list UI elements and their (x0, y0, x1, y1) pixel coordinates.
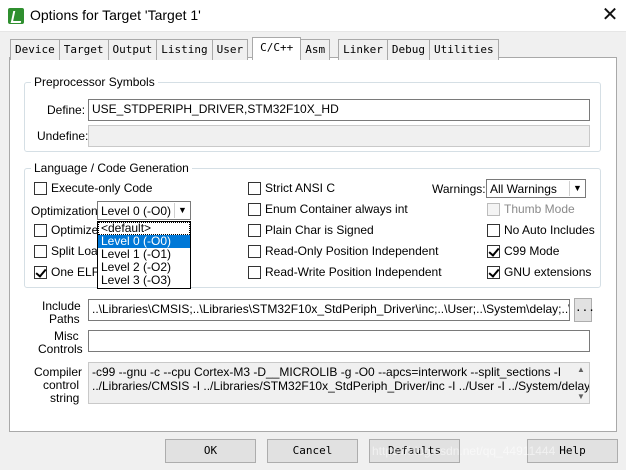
cancel-button[interactable]: Cancel (267, 439, 358, 463)
one-elf-checkbox[interactable] (34, 266, 47, 279)
strict-ansi-label: Strict ANSI C (265, 181, 336, 195)
execute-only-checkbox[interactable] (34, 182, 47, 195)
optimization-select[interactable]: Level 0 (-O0) ▼ (97, 201, 191, 220)
include-paths-label-line1: Include (42, 299, 81, 313)
ro-pi-checkbox[interactable] (248, 245, 261, 258)
strict-ansi-checkbox[interactable] (248, 182, 261, 195)
tab-asm[interactable]: Asm (300, 39, 331, 60)
scroll-up-icon[interactable]: ▲ (574, 365, 588, 374)
scroll-down-icon[interactable]: ▼ (574, 392, 588, 401)
warnings-value: All Warnings (490, 182, 557, 196)
split-load-checkbox[interactable] (34, 245, 47, 258)
tab-device[interactable]: Device (10, 39, 60, 60)
optimization-option[interactable]: Level 3 (-O3) (98, 274, 190, 287)
undefine-label: Undefine: (37, 129, 89, 143)
close-icon[interactable]: ✕ (598, 3, 622, 27)
tab-linker[interactable]: Linker (338, 39, 388, 60)
optimization-value: Level 0 (-O0) (101, 204, 172, 218)
tab-target[interactable]: Target (58, 39, 109, 60)
ok-button[interactable]: OK (165, 439, 256, 463)
warnings-label: Warnings: (432, 182, 486, 196)
chevron-down-icon[interactable]: ▼ (174, 203, 190, 218)
csdn-watermark: https://blog.csdn.net/qq_44911444 (372, 444, 556, 458)
rw-pi-checkbox[interactable] (248, 266, 261, 279)
undefine-input[interactable] (88, 125, 590, 147)
gnu-extensions-checkbox[interactable] (487, 266, 500, 279)
misc-controls-label-line2: Controls (38, 342, 83, 356)
define-label: Define: (47, 103, 86, 117)
define-input[interactable]: USE_STDPERIPH_DRIVER,STM32F10X_HD (88, 99, 590, 121)
thumb-mode-checkbox[interactable] (487, 203, 500, 216)
include-paths-label-line2: Paths (49, 312, 80, 326)
ro-pi-label: Read-Only Position Independent (265, 244, 439, 258)
include-paths-input[interactable]: ..\Libraries\CMSIS;..\Libraries\STM32F10… (88, 299, 570, 321)
compiler-string-line1: -c99 --gnu -c --cpu Cortex-M3 -D__MICROL… (92, 365, 562, 379)
compiler-string-label-line3: string (50, 391, 80, 405)
c99-mode-checkbox[interactable] (487, 245, 500, 258)
execute-only-label: Execute-only Code (51, 181, 153, 195)
tab-cpp[interactable]: C/C++ (252, 37, 302, 60)
optimize-for-time-checkbox[interactable] (34, 224, 47, 237)
chevron-down-icon[interactable]: ▼ (569, 181, 585, 196)
plain-char-checkbox[interactable] (248, 224, 261, 237)
tab-output[interactable]: Output (107, 39, 158, 60)
preprocessor-legend: Preprocessor Symbols (31, 75, 158, 89)
keil-app-icon (8, 8, 24, 24)
no-auto-includes-checkbox[interactable] (487, 224, 500, 237)
warnings-select[interactable]: All Warnings ▼ (486, 179, 586, 198)
tab-debug[interactable]: Debug (386, 39, 430, 60)
c99-mode-label: C99 Mode (504, 244, 560, 258)
tab-listing[interactable]: Listing (156, 39, 213, 60)
compiler-string-label-line2: control (43, 378, 80, 392)
optimization-dropdown-list: <default> Level 0 (-O0) Level 1 (-O1) Le… (97, 221, 191, 289)
misc-controls-input[interactable] (88, 330, 590, 352)
misc-controls-label-line1: Misc (54, 329, 79, 343)
one-elf-label: One ELF (51, 265, 100, 279)
enum-container-checkbox[interactable] (248, 203, 261, 216)
compiler-string-line2: ../Libraries/CMSIS -I ../Libraries/STM32… (92, 379, 590, 393)
rw-pi-label: Read-Write Position Independent (265, 265, 442, 279)
compiler-string-label-line1: Compiler (34, 365, 83, 379)
gnu-extensions-label: GNU extensions (504, 265, 592, 279)
optimization-label: Optimization: (31, 204, 102, 218)
tab-user[interactable]: User (211, 39, 249, 60)
enum-container-label: Enum Container always int (265, 202, 408, 216)
plain-char-label: Plain Char is Signed (265, 223, 374, 237)
tab-utilities[interactable]: Utilities (428, 39, 499, 60)
window-title: Options for Target 'Target 1' (30, 7, 201, 23)
language-legend: Language / Code Generation (31, 161, 192, 175)
thumb-mode-label: Thumb Mode (504, 202, 575, 216)
no-auto-includes-label: No Auto Includes (504, 223, 595, 237)
include-paths-browse-button[interactable]: ... (574, 298, 595, 322)
compiler-string-box[interactable]: -c99 --gnu -c --cpu Cortex-M3 -D__MICROL… (88, 362, 590, 404)
tab-strip: Device Target Output Listing User C/C++ … (10, 37, 499, 60)
